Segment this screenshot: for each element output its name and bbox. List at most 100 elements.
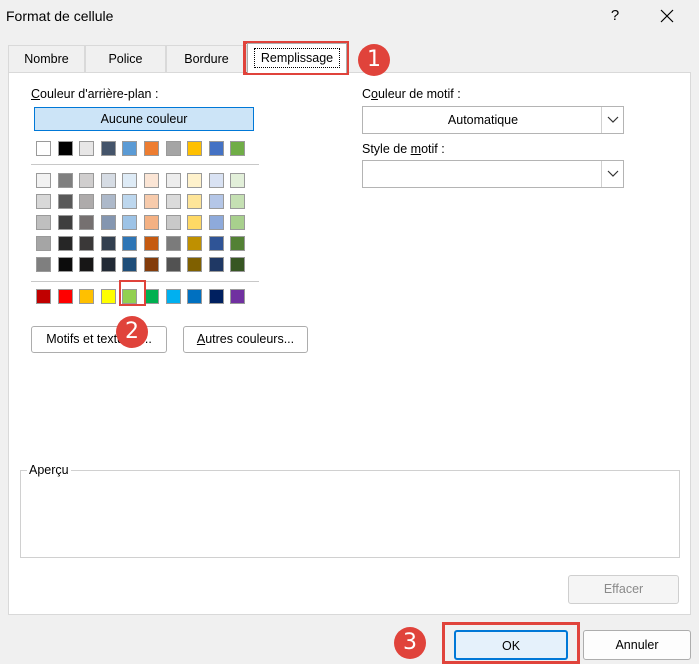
close-button[interactable] bbox=[653, 4, 681, 28]
annotation-badge-2: 2 bbox=[116, 316, 148, 348]
theme-color-swatch[interactable] bbox=[79, 141, 95, 156]
theme-tint-swatch[interactable] bbox=[79, 173, 95, 188]
theme-tint-swatch[interactable] bbox=[230, 215, 246, 230]
theme-tint-swatch[interactable] bbox=[57, 173, 73, 188]
theme-tint-swatch[interactable] bbox=[57, 194, 73, 209]
pattern-color-value: Automatique bbox=[447, 113, 519, 127]
clear-button[interactable]: Effacer bbox=[568, 575, 679, 604]
theme-tint-swatch[interactable] bbox=[187, 236, 203, 251]
standard-color-swatch[interactable] bbox=[165, 289, 181, 304]
theme-color-swatch[interactable] bbox=[230, 141, 246, 156]
theme-tint-swatch[interactable] bbox=[100, 215, 116, 230]
theme-tint-swatch[interactable] bbox=[165, 173, 181, 188]
theme-tint-swatch[interactable] bbox=[79, 236, 95, 251]
standard-color-swatch[interactable] bbox=[144, 289, 159, 304]
dialog-title: Format de cellule bbox=[6, 8, 114, 24]
theme-tint-swatch[interactable] bbox=[122, 173, 138, 188]
theme-tint-swatch[interactable] bbox=[122, 257, 138, 272]
pattern-style-arrow[interactable] bbox=[601, 161, 623, 187]
chevron-down-icon bbox=[607, 116, 619, 123]
standard-color-swatch[interactable] bbox=[36, 289, 51, 304]
theme-tint-swatch[interactable] bbox=[187, 194, 203, 209]
theme-tint-swatch[interactable] bbox=[230, 236, 246, 251]
tab-police[interactable]: Police bbox=[85, 45, 166, 72]
standard-color-swatch[interactable] bbox=[187, 289, 203, 304]
theme-tint-swatch[interactable] bbox=[122, 215, 138, 230]
theme-tint-swatch[interactable] bbox=[208, 173, 224, 188]
tab-strip: Nombre Police Bordure Remplissage bbox=[8, 43, 691, 73]
theme-color-swatch[interactable] bbox=[208, 141, 224, 156]
theme-tint-swatch[interactable] bbox=[208, 194, 224, 209]
theme-tint-swatch[interactable] bbox=[208, 236, 224, 251]
theme-tint-swatch[interactable] bbox=[79, 215, 95, 230]
close-icon bbox=[660, 9, 674, 23]
theme-tint-swatch[interactable] bbox=[230, 257, 246, 272]
more-colors-button[interactable]: Autres couleurs... bbox=[183, 326, 308, 353]
pattern-color-dropdown[interactable]: Automatique bbox=[362, 106, 624, 134]
theme-color-swatch[interactable] bbox=[100, 141, 116, 156]
theme-tint-swatch[interactable] bbox=[144, 173, 159, 188]
theme-tint-swatch[interactable] bbox=[122, 236, 138, 251]
theme-tint-swatch[interactable] bbox=[100, 257, 116, 272]
help-button[interactable]: ? bbox=[601, 4, 629, 28]
theme-tint-swatch[interactable] bbox=[122, 194, 138, 209]
theme-color-swatch[interactable] bbox=[122, 141, 138, 156]
theme-tint-swatch[interactable] bbox=[165, 257, 181, 272]
theme-color-swatch[interactable] bbox=[165, 141, 181, 156]
theme-tint-swatch[interactable] bbox=[208, 215, 224, 230]
theme-tint-swatch[interactable] bbox=[57, 215, 73, 230]
theme-tint-swatch[interactable] bbox=[165, 194, 181, 209]
annotation-badge-1: 1 bbox=[358, 44, 390, 76]
preview-label: Aperçu bbox=[27, 463, 71, 477]
standard-color-swatch[interactable] bbox=[100, 289, 116, 304]
no-color-button[interactable]: Aucune couleur bbox=[34, 107, 254, 131]
annotation-badge-3: 3 bbox=[394, 627, 426, 659]
theme-tint-swatch[interactable] bbox=[57, 257, 73, 272]
standard-color-swatch[interactable] bbox=[79, 289, 95, 304]
theme-tint-swatch[interactable] bbox=[208, 257, 224, 272]
theme-tint-swatch[interactable] bbox=[165, 236, 181, 251]
theme-tint-swatch[interactable] bbox=[187, 257, 203, 272]
tab-remplissage-label: Remplissage bbox=[253, 48, 341, 68]
fill-panel: Couleur d'arrière-plan : Aucune couleur … bbox=[8, 72, 691, 615]
theme-tint-swatch[interactable] bbox=[79, 194, 95, 209]
annotation-highlight-ok bbox=[442, 622, 580, 664]
theme-tint-swatch[interactable] bbox=[144, 236, 159, 251]
theme-tint-swatch[interactable] bbox=[230, 173, 246, 188]
selected-swatch-highlight bbox=[119, 280, 146, 306]
preview-group: Aperçu bbox=[20, 463, 680, 558]
standard-color-swatch[interactable] bbox=[57, 289, 73, 304]
theme-tint-swatch[interactable] bbox=[100, 236, 116, 251]
theme-color-swatch[interactable] bbox=[144, 141, 159, 156]
theme-tint-swatch[interactable] bbox=[36, 257, 51, 272]
theme-tint-swatch[interactable] bbox=[230, 194, 246, 209]
theme-tint-swatch[interactable] bbox=[165, 215, 181, 230]
cancel-button[interactable]: Annuler bbox=[583, 630, 691, 660]
pattern-style-dropdown[interactable] bbox=[362, 160, 624, 188]
chevron-down-icon bbox=[607, 170, 619, 177]
theme-tint-swatch[interactable] bbox=[36, 194, 51, 209]
theme-tint-swatch[interactable] bbox=[100, 194, 116, 209]
theme-tint-swatch[interactable] bbox=[57, 236, 73, 251]
theme-tint-swatch[interactable] bbox=[36, 236, 51, 251]
theme-color-swatch[interactable] bbox=[187, 141, 203, 156]
theme-tint-swatch[interactable] bbox=[36, 173, 51, 188]
theme-tint-swatch[interactable] bbox=[100, 173, 116, 188]
theme-tint-swatch[interactable] bbox=[144, 257, 159, 272]
theme-tint-swatch[interactable] bbox=[36, 215, 51, 230]
pattern-style-value bbox=[363, 161, 603, 187]
pattern-color-arrow[interactable] bbox=[601, 107, 623, 133]
theme-tint-swatch[interactable] bbox=[144, 215, 159, 230]
tab-remplissage[interactable]: Remplissage bbox=[247, 43, 347, 73]
standard-color-swatch[interactable] bbox=[208, 289, 224, 304]
theme-tint-swatch[interactable] bbox=[79, 257, 95, 272]
tab-nombre[interactable]: Nombre bbox=[8, 45, 85, 72]
standard-color-swatch[interactable] bbox=[230, 289, 246, 304]
tab-bordure[interactable]: Bordure bbox=[166, 45, 247, 72]
theme-tint-swatch[interactable] bbox=[187, 173, 203, 188]
palette-separator-top bbox=[31, 164, 259, 165]
theme-tint-swatch[interactable] bbox=[144, 194, 159, 209]
theme-color-swatch[interactable] bbox=[36, 141, 51, 156]
theme-tint-swatch[interactable] bbox=[187, 215, 203, 230]
theme-color-swatch[interactable] bbox=[57, 141, 73, 156]
